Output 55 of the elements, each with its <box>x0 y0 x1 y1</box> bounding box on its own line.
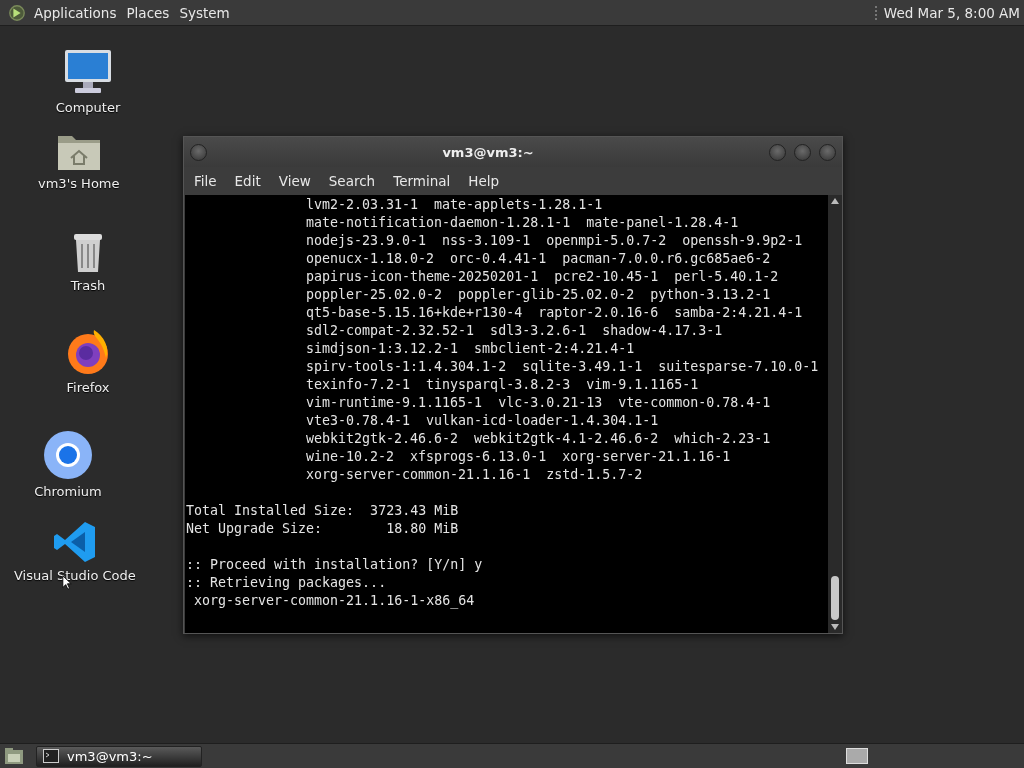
terminal-line: :: Proceed with installation? [Y/n] y <box>186 557 483 572</box>
scroll-down-icon[interactable] <box>831 624 839 630</box>
menu-logo-icon[interactable] <box>8 3 26 22</box>
terminal-line: vim-runtime-9.1.1165-1 vlc-3.0.21-13 vte-common-0.78.4-1 <box>306 395 771 410</box>
scroll-up-icon[interactable] <box>831 198 839 204</box>
terminal-line: lvm2-2.03.31-1 mate-applets-1.28.1-1 <box>306 197 603 212</box>
close-button[interactable] <box>819 143 836 161</box>
terminal-line: webkit2gtk-2.46.6-2 webkit2gtk-4.1-2.46.6-2 which-2.23-1 <box>306 431 771 446</box>
terminal-line: papirus-icon-theme-20250201-1 pcre2-10.45-1 perl-5.40.1-2 <box>306 269 779 284</box>
panel-menu[interactable]: Applications <box>32 4 125 21</box>
computer-icon[interactable] <box>63 48 113 96</box>
terminal-line: nodejs-23.9.0-1 nss-3.109-1 openmpi-5.0.7-2 openssh-9.9p2-1 <box>306 233 803 248</box>
taskbar-button[interactable]: vm3@vm3:~ <box>36 745 202 767</box>
desktop-icon-label[interactable]: Firefox <box>66 380 110 395</box>
menu-item[interactable]: Help <box>464 173 510 189</box>
terminal-icon <box>43 749 59 763</box>
terminal-line: :: Retrieving packages... <box>186 575 387 590</box>
terminal-line: spirv-tools-1:1.4.304.1-2 sqlite-3.49.1-1 suitesparse-7.10.0-1 <box>306 359 819 374</box>
terminal-line: texinfo-7.2-1 tinysparql-3.8.2-3 vim-9.1.1165-1 <box>306 377 699 392</box>
terminal-line: xorg-server-common-21.1.16-1-x86_64 <box>193 593 475 608</box>
desktop-icon-label[interactable]: vm3's Home <box>38 176 120 191</box>
menu-item[interactable]: Terminal <box>389 173 461 189</box>
scrollbar[interactable] <box>828 195 842 633</box>
clock[interactable]: Wed Mar 5, 8:00 AM <box>883 4 1020 21</box>
maximize-button[interactable] <box>794 143 811 161</box>
terminal-line: poppler-25.02.0-2 poppler-glib-25.02.0-2 python-3.13.2-1 <box>306 287 771 302</box>
terminal-line: openucx-1.18.0-2 orc-0.4.41-1 pacman-7.0.0.r6.gc685ae6-2 <box>306 251 771 266</box>
terminal-line: qt5-base-5.15.16+kde+r130-4 raptor-2.0.16-6 samba-2:4.21.4-1 <box>306 305 803 320</box>
minimize-button[interactable] <box>769 143 786 161</box>
code-editor-icon[interactable] <box>52 520 97 564</box>
terminal-line: sdl2-compat-2.32.52-1 sdl3-3.2.6-1 shadow-4.17.3-1 <box>306 323 723 338</box>
terminal-line: Net Upgrade Size: 18.80 MiB <box>186 521 459 536</box>
menu-item[interactable]: Search <box>324 173 386 189</box>
window-menu-button[interactable] <box>190 143 207 161</box>
workspace-switcher[interactable] <box>846 748 868 764</box>
desktop-icon-label[interactable]: Computer <box>55 100 121 115</box>
chromium-icon[interactable] <box>43 430 93 480</box>
terminal-line: xorg-server-common-21.1.16-1 zstd-1.5.7-2 <box>306 467 643 482</box>
terminal-line: Total Installed Size: 3723.43 MiB <box>186 503 459 518</box>
panel-menu[interactable]: System <box>177 4 238 21</box>
terminal-line: simdjson-1:3.12.2-1 smbclient-2:4.21.4-1 <box>306 341 635 356</box>
show-desktop-icon[interactable] <box>4 747 24 765</box>
desktop-icon-label[interactable]: Trash <box>70 278 106 293</box>
panel-handle-icon <box>873 4 878 21</box>
terminal-line: mate-notification-daemon-1.28.1-1 mate-panel-1.28.4-1 <box>306 215 739 230</box>
desktop-icon-label[interactable]: Visual Studio Code <box>14 568 136 583</box>
terminal-line: vte3-0.78.4-1 vulkan-icd-loader-1.4.304.1-1 <box>306 413 659 428</box>
panel-menu[interactable]: Places <box>124 4 178 21</box>
menu-item[interactable]: File <box>190 173 227 189</box>
desktop-icon-label[interactable]: Chromium <box>34 484 102 499</box>
window-title: vm3@vm3:~ <box>441 144 535 160</box>
menu-item[interactable]: Edit <box>230 173 271 189</box>
terminal-line: wine-10.2-2 xfsprogs-6.13.0-1 xorg-server-21.1.16-1 <box>306 449 731 464</box>
menu-item[interactable]: View <box>274 173 321 189</box>
scroll-thumb[interactable] <box>831 576 839 620</box>
